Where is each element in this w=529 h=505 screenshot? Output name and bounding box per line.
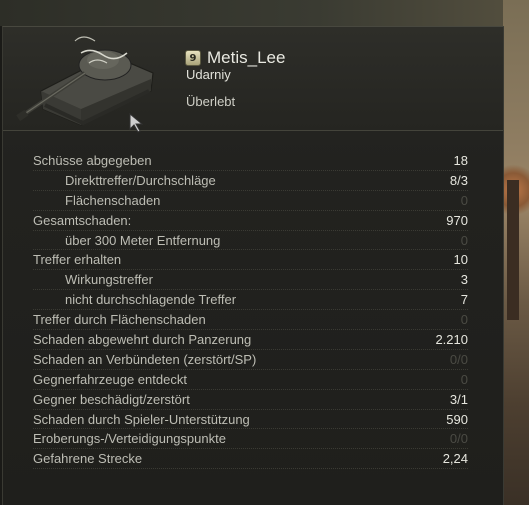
- stat-row: Schüsse abgegeben 18: [33, 151, 468, 171]
- stat-value: 0: [460, 312, 468, 328]
- stat-row: Treffer durch Flächenschaden 0: [33, 310, 468, 331]
- stat-value: 0: [460, 192, 468, 208]
- stat-row: Gegnerfahrzeuge entdeckt 0: [33, 370, 468, 390]
- stat-value: 2,24: [442, 451, 468, 467]
- survival-status: Überlebt: [186, 94, 236, 109]
- background-scene-top: [0, 0, 529, 26]
- stat-label: Schaden abgewehrt durch Panzerung: [33, 332, 252, 348]
- stat-row: Treffer erhalten 10: [33, 250, 468, 271]
- stat-value: 970: [446, 212, 468, 228]
- player-header: 9 Metis_Lee Udarniy Überlebt: [3, 27, 503, 133]
- stat-label: Eroberungs-/Verteidigungspunkte: [33, 431, 226, 447]
- stat-value: 0/0: [449, 351, 468, 367]
- stat-row: über 300 Meter Entfernung 0: [33, 231, 468, 251]
- stat-label: Gefahrene Strecke: [33, 451, 143, 467]
- stat-row: nicht durchschlagende Treffer 7: [33, 290, 468, 311]
- stat-row: Gefahrene Strecke 2,24: [33, 449, 468, 470]
- stat-row: Schaden abgewehrt durch Panzerung 2.210: [33, 330, 468, 350]
- rank-badge-icon: 9: [185, 50, 201, 66]
- stat-label: Direkttreffer/Durchschläge: [65, 172, 216, 188]
- stat-label: Wirkungstreffer: [65, 272, 153, 288]
- stat-label: Schaden durch Spieler-Unterstützung: [33, 411, 250, 427]
- stat-value: 18: [453, 153, 468, 168]
- tank-name: Udarniy: [186, 67, 231, 82]
- player-name: Metis_Lee: [207, 48, 286, 67]
- stat-value: 3: [460, 272, 468, 288]
- stat-row: Direkttreffer/Durchschläge 8/3: [33, 171, 468, 191]
- background-scene-right: [503, 0, 529, 505]
- stat-value: 3/1: [449, 391, 468, 407]
- stat-value: 590: [446, 411, 468, 427]
- stat-label: Gegnerfahrzeuge entdeckt: [33, 371, 187, 387]
- stat-label: nicht durchschlagende Treffer: [65, 292, 237, 308]
- stat-label: Schüsse abgegeben: [33, 153, 152, 168]
- stat-row: Eroberungs-/Verteidigungspunkte 0/0: [33, 429, 468, 450]
- stat-value: 7: [460, 292, 468, 308]
- stat-row: Gesamtschaden: 970: [33, 211, 468, 231]
- stat-row: Schaden durch Spieler-Unterstützung 590: [33, 410, 468, 430]
- stat-row: Schaden an Verbündeten (zerstört/SP) 0/0: [33, 350, 468, 370]
- stat-value: 0: [460, 371, 468, 387]
- stat-value: 8/3: [449, 172, 468, 188]
- stat-label: Flächenschaden: [65, 192, 161, 208]
- stat-row: Gegner beschädigt/zerstört 3/1: [33, 390, 468, 410]
- player-name-row: 9 Metis_Lee: [185, 48, 285, 68]
- stat-label: Schaden an Verbündeten (zerstört/SP): [33, 351, 257, 367]
- tree-trunk: [507, 180, 519, 320]
- stat-label: Treffer erhalten: [33, 252, 122, 268]
- stat-value: 10: [453, 252, 468, 268]
- stat-value: 2.210: [435, 332, 468, 348]
- stat-row: Flächenschaden 0: [33, 191, 468, 211]
- stat-label: Treffer durch Flächenschaden: [33, 312, 206, 328]
- stat-label: Gesamtschaden:: [33, 212, 132, 228]
- player-stats-panel: 9 Metis_Lee Udarniy Überlebt Schüsse abg…: [2, 26, 504, 505]
- stat-value: 0: [460, 232, 468, 248]
- mouse-cursor-icon: [129, 113, 144, 133]
- stat-label: über 300 Meter Entfernung: [65, 232, 221, 248]
- stat-label: Gegner beschädigt/zerstört: [33, 391, 190, 407]
- stats-table: Schüsse abgegeben 18 Direkttreffer/Durchsc…: [33, 151, 468, 470]
- stat-row: Wirkungstreffer 3: [33, 270, 468, 291]
- stat-value: 0/0: [449, 431, 468, 447]
